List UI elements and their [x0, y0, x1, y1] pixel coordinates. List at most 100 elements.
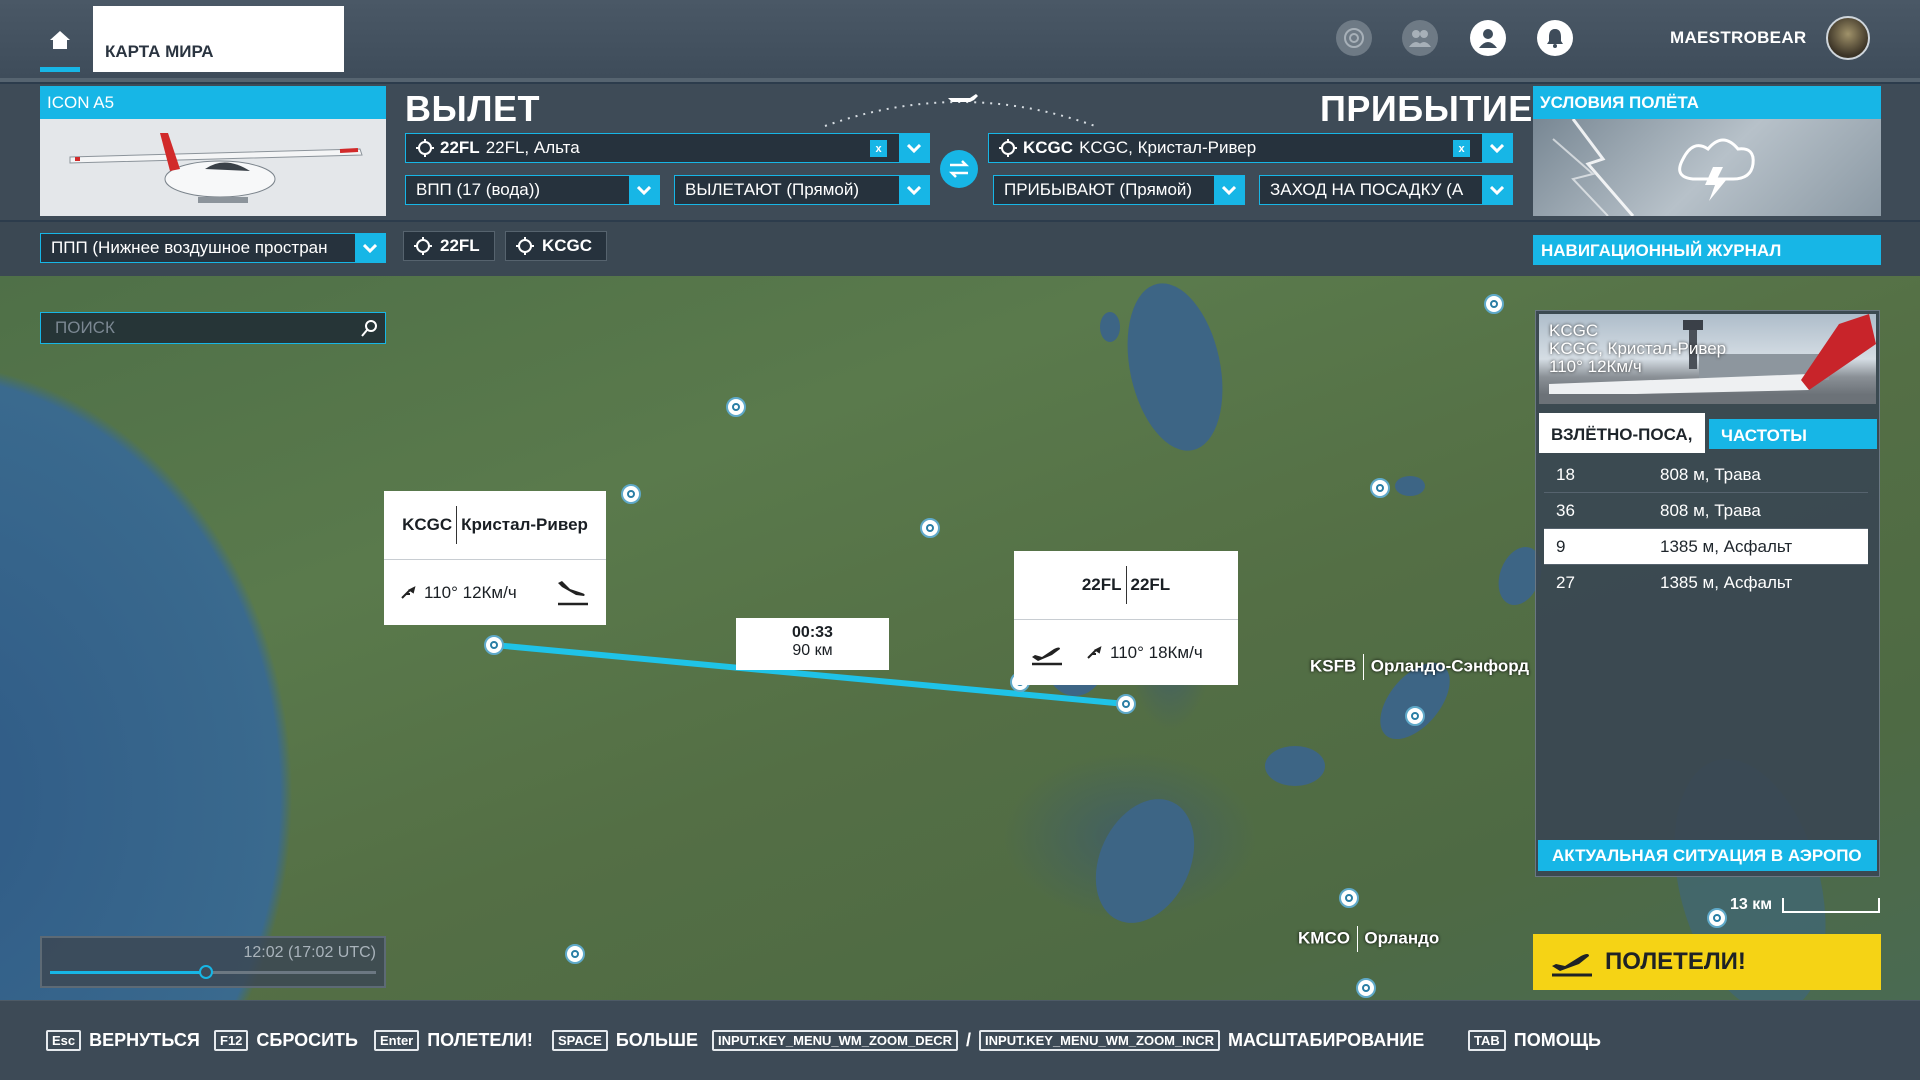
clear-arrival-button[interactable]: x: [1453, 140, 1470, 157]
arrival-title: ПРИБЫТИЕ: [1320, 88, 1533, 129]
tab-frequencies[interactable]: ЧАСТОТЫ: [1709, 419, 1877, 449]
map-search-input[interactable]: ПОИСК: [40, 312, 386, 344]
hint-help[interactable]: TAB ПОМОЩЬ: [1468, 1030, 1601, 1051]
departure-runway-select[interactable]: ВПП (17 (вода)): [405, 175, 660, 205]
waypoint-chip-arrival[interactable]: KCGC: [505, 231, 608, 261]
swap-airports-button[interactable]: [940, 150, 978, 188]
map-airport-marker[interactable]: [1484, 294, 1504, 314]
leg-info-label: 00:33 90 км: [736, 618, 889, 670]
live-airport-situation-label: АКТУАЛЬНАЯ СИТУАЦИЯ В АЭРОПО: [1552, 846, 1862, 865]
arrival-airport-dropdown[interactable]: [1482, 134, 1512, 162]
runway-info: 1385 м, Асфальт: [1660, 572, 1793, 592]
departure-airport-dropdown[interactable]: [899, 134, 929, 162]
nav-log-button[interactable]: НАВИГАЦИОННЫЙ ЖУРНАЛ: [1533, 235, 1881, 265]
notifications-bell-icon[interactable]: [1537, 20, 1573, 56]
runway-row[interactable]: 36 808 м, Трава: [1544, 493, 1868, 529]
clear-departure-button[interactable]: x: [870, 140, 887, 157]
hint-more-label: БОЛЬШЕ: [615, 1030, 698, 1050]
runway-id: 9: [1556, 536, 1566, 556]
fly-button[interactable]: ПОЛЕТЕЛИ!: [1533, 934, 1881, 990]
hint-fly-label: ПОЛЕТЕЛИ!: [427, 1030, 533, 1050]
approach-select[interactable]: ЗАХОД НА ПОСАДКУ (А: [1259, 175, 1513, 205]
map-airport-marker[interactable]: [1356, 978, 1376, 998]
departure-title: ВЫЛЕТ: [405, 88, 541, 129]
hint-more[interactable]: SPACE БОЛЬШЕ: [552, 1030, 698, 1051]
approach-value: ЗАХОД НА ПОСАДКУ (А: [1270, 180, 1464, 199]
airport-image: KCGC KCGC, Кристал-Ривер 110° 12Км/ч: [1539, 314, 1876, 404]
flight-conditions-card[interactable]: УСЛОВИЯ ПОЛЁТА: [1533, 86, 1881, 216]
map-airport-marker[interactable]: [1339, 888, 1359, 908]
map-airport-marker[interactable]: [1707, 908, 1727, 928]
chevron-down-icon: [1490, 185, 1504, 195]
arrival-airport-field[interactable]: KCGC KCGC, Кристал-Ривер x: [988, 133, 1513, 163]
tab-runways[interactable]: ВЗЛЁТНО-ПОСА,: [1539, 413, 1705, 453]
arrival-procedure-value: ПРИБЫВАЮТ (Прямой): [1004, 180, 1193, 199]
popup-airport-name: Кристал-Ривер: [461, 515, 588, 534]
key-tab: TAB: [1468, 1030, 1506, 1051]
leg-distance: 90 км: [792, 642, 833, 659]
runway-row[interactable]: 18 808 м, Трава: [1544, 457, 1868, 493]
arrival-procedure-select[interactable]: ПРИБЫВАЮТ (Прямой): [993, 175, 1245, 205]
aircraft-card[interactable]: ICON A5: [40, 86, 386, 216]
aircraft-image: [40, 119, 386, 216]
hint-reset-label: СБРОСИТЬ: [256, 1030, 358, 1050]
waypoint-chip-departure[interactable]: 22FL: [403, 231, 495, 261]
hint-fly[interactable]: Enter ПОЛЕТЕЛИ!: [374, 1030, 533, 1051]
map-airport-marker[interactable]: [621, 484, 641, 504]
map-airport-marker[interactable]: [920, 518, 940, 538]
popup-airport-code: 22FL: [1081, 575, 1122, 594]
home-tab[interactable]: [40, 30, 80, 72]
map-airport-marker[interactable]: [1370, 478, 1390, 498]
hint-back[interactable]: Esc ВЕРНУТЬСЯ: [46, 1030, 200, 1051]
home-icon: [50, 31, 70, 49]
time-label: 12:02 (17:02 UTC): [243, 944, 376, 961]
takeoff-icon: [1032, 647, 1062, 665]
map-airport-marker[interactable]: [726, 397, 746, 417]
runway-id: 27: [1556, 572, 1575, 592]
departure-airport-popup[interactable]: 22FL 22FL 110° 18Км/ч: [1014, 551, 1238, 685]
arrival-airport-name: KCGC, Кристал-Ривер: [1079, 138, 1257, 157]
world-map-tab-label: КАРТА МИРА: [105, 42, 214, 61]
departure-airport-name: 22FL, Альта: [485, 138, 580, 157]
avatar[interactable]: [1826, 16, 1870, 60]
profile-icon[interactable]: [1470, 20, 1506, 56]
map-airport-marker[interactable]: [565, 944, 585, 964]
hint-zoom[interactable]: INPUT.KEY_MENU_WM_ZOOM_DECR / INPUT.KEY_…: [712, 1030, 1424, 1051]
airport-pin-icon: [414, 237, 432, 255]
tab-runways-label: ВЗЛЁТНО-ПОСА,: [1551, 425, 1693, 444]
leg-time: 00:33: [792, 624, 833, 641]
chevron-down-icon: [907, 185, 921, 195]
scale-bar: [1781, 898, 1880, 913]
arrival-airport-popup[interactable]: KCGC Кристал-Ривер 110° 12Км/ч: [384, 491, 606, 625]
world-map-tab[interactable]: КАРТА МИРА: [93, 6, 344, 72]
time-slider-thumb[interactable]: [199, 965, 214, 979]
activity-icon[interactable]: [1336, 20, 1372, 56]
map-label-ksfb[interactable]: KSFB Орландо-Сэнфорд: [1310, 654, 1529, 680]
flight-rules-select[interactable]: ППП (Нижнее воздушное простран: [40, 233, 386, 263]
nav-log-label: НАВИГАЦИОННЫЙ ЖУРНАЛ: [1541, 241, 1782, 260]
hint-zoom-separator: /: [966, 1030, 972, 1050]
map-label-kmco[interactable]: KMCO Орландо: [1298, 926, 1439, 952]
hint-reset[interactable]: F12 СБРОСИТЬ: [214, 1030, 358, 1051]
time-of-day-slider[interactable]: 12:02 (17:02 UTC): [40, 936, 386, 988]
runway-row-selected[interactable]: 9 1385 м, Асфальт: [1544, 529, 1868, 565]
flight-rules-value: ППП (Нижнее воздушное простран: [51, 238, 328, 257]
popup-wind: 110° 12Км/ч: [424, 582, 517, 602]
departure-procedure-select[interactable]: ВЫЛЕТАЮТ (Прямой): [674, 175, 930, 205]
takeoff-icon: [1552, 954, 1592, 977]
runway-row[interactable]: 27 1385 м, Асфальт: [1544, 565, 1868, 600]
map-airport-marker[interactable]: [1405, 706, 1425, 726]
runway-info: 1385 м, Асфальт: [1660, 536, 1793, 556]
map-label-code: KSFB: [1310, 656, 1357, 676]
airport-pin-icon: [516, 237, 534, 255]
departure-airport-field[interactable]: 22FL 22FL, Альта x: [405, 133, 930, 163]
aircraft-name: ICON A5: [40, 86, 386, 119]
live-airport-situation-button[interactable]: АКТУАЛЬНАЯ СИТУАЦИЯ В АЭРОПО: [1538, 840, 1877, 871]
arrival-airport-marker[interactable]: [484, 635, 504, 655]
swap-icon: [948, 160, 970, 178]
departure-airport-marker[interactable]: [1116, 694, 1136, 714]
username: MAESTROBEAR: [1670, 28, 1807, 47]
hint-help-label: ПОМОЩЬ: [1513, 1030, 1601, 1050]
friends-icon[interactable]: [1402, 20, 1438, 56]
key-space: SPACE: [552, 1030, 608, 1051]
